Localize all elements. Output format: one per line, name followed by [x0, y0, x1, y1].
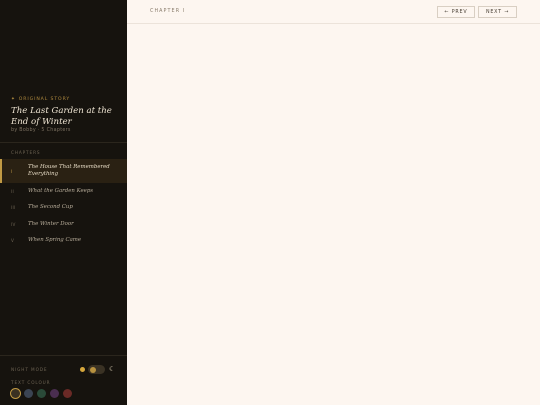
story-meta: by Bobby · 5 Chapters [11, 128, 71, 133]
chapters-label: Chapters [11, 150, 41, 155]
next-button[interactable]: NEXT → [478, 6, 517, 18]
toggle-knob [89, 366, 96, 373]
chapter-title: The Winter Door [28, 220, 74, 227]
top-bar: Chapter I ← PREV NEXT → [127, 0, 540, 24]
chapter-item-1[interactable]: I The House That Remembered Everything [0, 159, 127, 183]
chapter-item-2[interactable]: II What the Garden Keeps [0, 183, 127, 200]
colour-swatch[interactable] [63, 389, 72, 398]
chapter-number: II [11, 188, 15, 194]
colour-swatch[interactable] [50, 389, 59, 398]
chapter-title: What the Garden Keeps [28, 187, 94, 194]
colour-swatches [11, 389, 72, 398]
story-label-text: Original Story [18, 97, 71, 102]
story-title: The Last Garden at the End of Winter [11, 106, 112, 127]
night-mode-label: Night Mode [11, 367, 48, 372]
chapter-item-3[interactable]: III The Second Cup [0, 200, 127, 217]
night-mode-toggle[interactable] [88, 365, 105, 374]
chapter-number: V [11, 238, 15, 244]
chapter-number: IV [11, 221, 16, 227]
current-chapter-label: Chapter I [150, 9, 186, 14]
chapter-number: III [11, 205, 16, 211]
colour-swatch[interactable] [11, 389, 20, 398]
chapter-title: When Spring Came [28, 237, 82, 244]
prev-button[interactable]: ← PREV [437, 6, 475, 18]
colour-swatch[interactable] [24, 389, 33, 398]
chapter-list: I The House That Remembered Everything I… [0, 159, 127, 249]
moon-icon: ☾ [109, 365, 116, 373]
sun-icon [80, 367, 85, 372]
sidebar: ✦ Original Story The Last Garden at the E… [0, 0, 127, 405]
chapter-item-5[interactable]: V When Spring Came [0, 233, 127, 250]
star-icon: ✦ [11, 97, 16, 102]
reading-area [127, 25, 540, 405]
divider [0, 142, 127, 143]
colour-swatch[interactable] [37, 389, 46, 398]
chapter-item-4[interactable]: IV The Winter Door [0, 216, 127, 233]
text-colour-label: Text Colour [11, 380, 51, 385]
chapter-number: I [11, 168, 13, 174]
divider [0, 355, 127, 356]
story-label: ✦ Original Story [11, 97, 70, 102]
chapter-title: The House That Remembered Everything [28, 164, 110, 177]
chapter-title: The Second Cup [28, 204, 73, 211]
